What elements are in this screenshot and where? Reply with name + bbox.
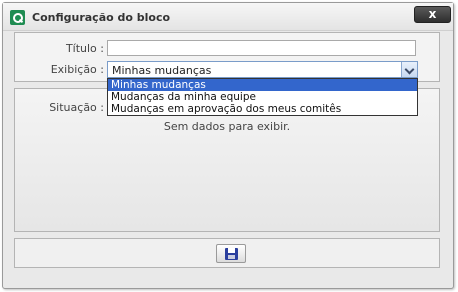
dialog-titlebar: Configuração do bloco x: [3, 3, 453, 31]
floppy-disk-icon: [225, 248, 238, 260]
titulo-input[interactable]: [107, 40, 416, 56]
dropdown-option-minhas-mudancas[interactable]: Minhas mudanças: [108, 79, 417, 91]
exibicao-selected-value: Minhas mudanças: [112, 64, 212, 77]
exibicao-select[interactable]: Minhas mudanças: [107, 61, 418, 78]
exibicao-label: Exibição :: [50, 63, 104, 76]
dropdown-option-mudancas-equipe[interactable]: Mudanças da minha equipe: [108, 91, 417, 103]
empty-message: Sem dados para exibir.: [163, 120, 291, 133]
dropdown-option-mudancas-aprovacao[interactable]: Mudanças em aprovação dos meus comitês: [108, 103, 417, 115]
titulo-label: Título :: [65, 42, 104, 55]
dialog-title: Configuração do bloco: [32, 11, 171, 24]
save-button[interactable]: [216, 244, 246, 263]
app-logo-icon: [10, 10, 25, 25]
close-button[interactable]: x: [414, 6, 451, 23]
exibicao-dropdown-list: Minhas mudanças Mudanças da minha equipe…: [107, 78, 418, 116]
chevron-down-icon[interactable]: [401, 62, 417, 77]
situacao-label: Situação :: [49, 101, 104, 114]
